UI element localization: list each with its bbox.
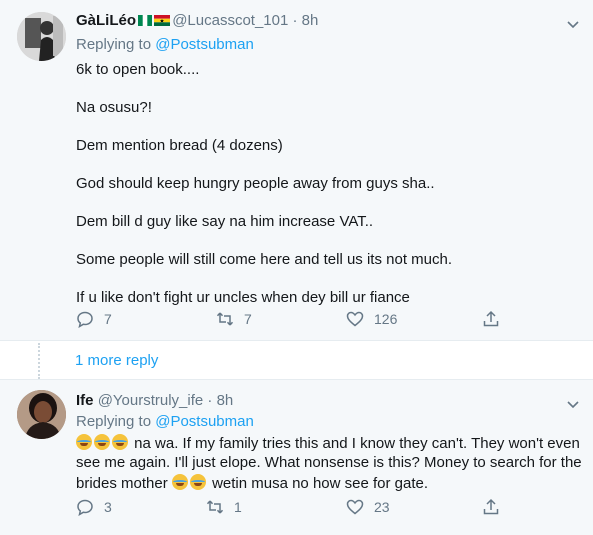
replying-to-label: Replying to xyxy=(76,413,152,430)
replying-to-label: Replying to xyxy=(76,36,152,53)
face-with-tears-of-joy-icon xyxy=(189,474,206,490)
face-with-tears-of-joy-icon xyxy=(112,434,128,450)
tweet-actions: 7 7 126 xyxy=(76,310,516,332)
face-with-tears-of-joy-icon xyxy=(171,474,188,490)
tweet-paragraph: Some people will still come here and tel… xyxy=(76,251,453,268)
heart-icon xyxy=(346,499,364,515)
like-count: 126 xyxy=(374,311,398,327)
timestamp[interactable]: 8h xyxy=(302,12,319,29)
tweet-paragraph: God should keep hungry people away from … xyxy=(76,175,435,192)
share-button[interactable] xyxy=(482,498,500,518)
timestamp[interactable]: 8h xyxy=(217,392,234,409)
share-button[interactable] xyxy=(482,310,500,330)
separator: · xyxy=(292,12,298,29)
retweet-count: 1 xyxy=(234,499,242,515)
reply-icon xyxy=(77,311,93,329)
like-button[interactable]: 23 xyxy=(346,498,390,518)
chevron-down-icon[interactable] xyxy=(565,16,581,32)
separator: · xyxy=(207,392,213,409)
face-with-tears-of-joy-icon xyxy=(76,434,92,450)
ghana-flag-icon xyxy=(154,13,171,26)
tweet-paragraph: Dem bill d guy like say na him increase … xyxy=(76,213,374,230)
tweet-text: brides mother xyxy=(76,475,168,492)
like-count: 23 xyxy=(374,499,390,515)
replying-to: Replying to @Postsubman xyxy=(76,413,254,430)
thread-connector xyxy=(38,343,40,379)
nigeria-flag-icon xyxy=(138,13,153,26)
tweet-text: wetin musa no how see for gate. xyxy=(212,475,429,492)
tweet-paragraph: Dem mention bread (4 dozens) xyxy=(76,137,283,154)
tweet-paragraph: Na osusu?! xyxy=(76,99,152,116)
chevron-down-icon[interactable] xyxy=(565,396,581,412)
display-name[interactable]: Ife xyxy=(76,392,94,409)
display-name[interactable]: GàLiLéo xyxy=(76,12,136,29)
tweet-galileo[interactable]: GàLiLéo @Lucasscot_101 · 8h Replying to … xyxy=(0,0,593,340)
tweet-header: GàLiLéo @Lucasscot_101 · 8h xyxy=(76,12,318,29)
mention-link[interactable]: @Postsubman xyxy=(155,36,254,53)
share-icon xyxy=(483,498,499,515)
tweet-paragraph: If u like don't fight ur uncles when dey… xyxy=(76,289,410,306)
like-button[interactable]: 126 xyxy=(346,310,397,330)
reply-button[interactable]: 3 xyxy=(76,498,112,518)
tweet-line: see me again. I'll just elope. What nons… xyxy=(76,454,582,471)
user-handle[interactable]: @Yourstruly_ife xyxy=(98,392,204,409)
tweet-line: brides mother wetin musa no how see for … xyxy=(76,474,428,492)
tweet-line: na wa. If my family tries this and I kno… xyxy=(76,434,580,452)
retweet-button[interactable]: 7 xyxy=(216,310,252,330)
retweet-icon xyxy=(216,312,234,326)
retweet-button[interactable]: 1 xyxy=(206,498,242,518)
avatar[interactable] xyxy=(17,390,66,439)
retweet-count: 7 xyxy=(244,311,252,327)
more-replies-row[interactable]: 1 more reply xyxy=(0,340,593,380)
reply-count: 3 xyxy=(104,499,112,515)
retweet-icon xyxy=(206,500,224,514)
face-with-tears-of-joy-icon xyxy=(94,434,110,450)
tweet-actions: 3 1 23 xyxy=(76,498,516,520)
share-icon xyxy=(483,310,499,327)
user-handle[interactable]: @Lucasscot_101 xyxy=(172,12,288,29)
tweet-text: na wa. If my family tries this and I kno… xyxy=(134,435,580,452)
tweet-header: Ife @Yourstruly_ife · 8h xyxy=(76,392,233,409)
reply-button[interactable]: 7 xyxy=(76,310,112,330)
tweet-paragraph: 6k to open book.... xyxy=(76,61,200,78)
avatar[interactable] xyxy=(17,12,66,61)
more-replies-link[interactable]: 1 more reply xyxy=(75,352,158,369)
reply-count: 7 xyxy=(104,311,112,327)
reply-icon xyxy=(77,499,93,517)
replying-to: Replying to @Postsubman xyxy=(76,36,254,53)
mention-link[interactable]: @Postsubman xyxy=(155,413,254,430)
heart-icon xyxy=(346,311,364,327)
